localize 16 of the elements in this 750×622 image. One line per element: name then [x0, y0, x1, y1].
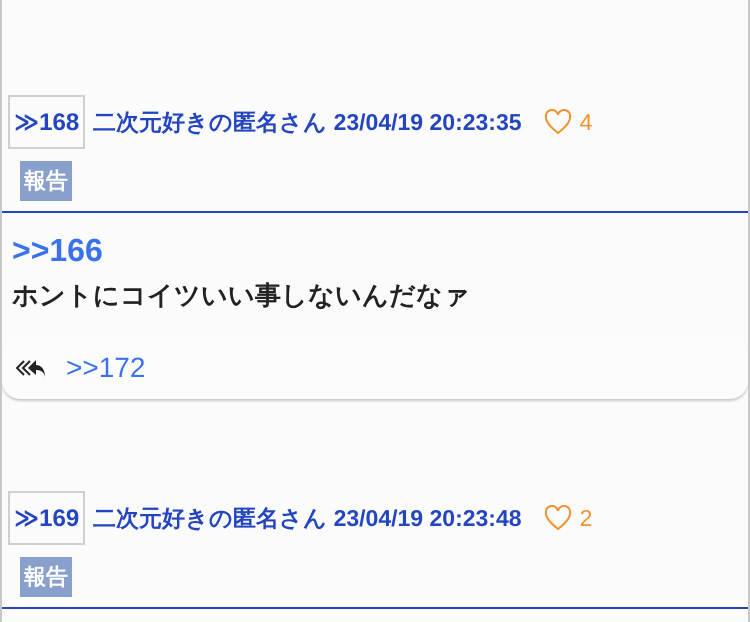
author-and-timestamp: 二次元好きの匿名さん 23/04/19 20:23:35: [93, 108, 522, 136]
quote-link[interactable]: >>166: [12, 231, 103, 269]
report-button[interactable]: 報告: [20, 557, 72, 597]
heart-icon: [544, 505, 572, 531]
post-body: ホントにコイツいい事しないんだなァ: [12, 279, 471, 312]
post-number-link[interactable]: ≫169: [8, 491, 86, 545]
like-count: 4: [580, 108, 592, 136]
heart-icon: [544, 109, 572, 135]
like-count: 2: [580, 504, 592, 532]
like-button[interactable]: 2: [544, 504, 592, 532]
post-number-link[interactable]: ≫168: [8, 95, 86, 149]
report-button[interactable]: 報告: [20, 161, 72, 201]
reply-link[interactable]: >>172: [66, 352, 146, 384]
author-and-timestamp: 二次元好きの匿名さん 23/04/19 20:23:48: [93, 504, 522, 532]
reply-all-icon: [16, 358, 46, 378]
like-button[interactable]: 4: [544, 108, 592, 136]
